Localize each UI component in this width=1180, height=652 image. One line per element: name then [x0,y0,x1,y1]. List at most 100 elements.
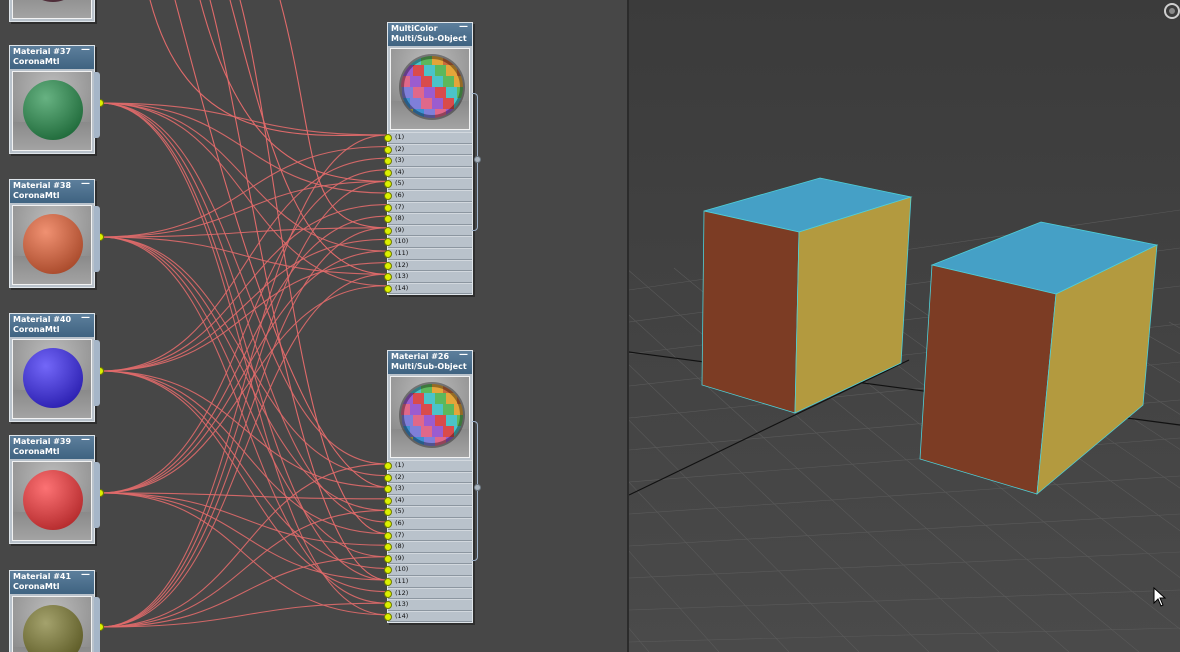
input-socket[interactable] [384,238,392,247]
wire[interactable] [99,236,388,604]
node-header[interactable]: Material #38 CoronaMtl — [10,180,94,203]
minimize-button[interactable]: — [81,314,90,323]
input-socket[interactable] [384,261,392,270]
box-1-front-face[interactable] [701,210,800,414]
sub-material-slot[interactable]: (8) [384,541,472,553]
sub-material-slot[interactable]: (9) [384,224,472,237]
sub-material-slot[interactable]: (3) [384,483,472,495]
input-socket[interactable] [384,145,392,154]
input-socket[interactable] [384,249,392,258]
wire[interactable] [99,227,388,628]
sub-material-slot[interactable]: (9) [384,552,472,565]
output-socket[interactable] [94,206,100,272]
sub-material-slot[interactable]: (7) [384,201,472,214]
wire[interactable] [99,370,388,593]
sub-material-slot[interactable]: (2) [384,471,472,484]
sub-material-slot[interactable]: (4) [384,166,472,179]
sub-material-slot[interactable]: (10) [384,236,472,248]
perspective-viewport[interactable] [629,0,1180,652]
sub-material-slot[interactable]: (11) [384,247,472,260]
input-socket[interactable] [384,589,392,598]
wire[interactable] [99,492,388,616]
sub-material-slot[interactable]: (2) [384,143,472,156]
minimize-button[interactable]: — [81,436,90,445]
wire[interactable] [99,102,388,465]
material-node[interactable]: Material #40 CoronaMtl — [9,313,100,422]
viewcube-gizmo-icon[interactable] [1160,0,1180,22]
input-socket[interactable] [384,612,392,621]
input-socket[interactable] [384,134,392,142]
input-socket[interactable] [384,577,392,586]
input-socket[interactable] [384,508,392,517]
multi-sub-object-node[interactable]: Material #26 Multi/Sub-Object — (1) (2) (3) (4… [384,350,481,624]
sub-material-slot[interactable]: (5) [384,178,472,190]
sub-material-slot[interactable]: (12) [384,587,472,600]
output-socket[interactable] [94,72,100,138]
input-socket[interactable] [384,284,392,293]
sub-material-slot[interactable]: (3) [384,155,472,167]
sub-material-slot[interactable]: (14) [384,610,472,623]
minimize-button[interactable]: — [81,46,90,55]
minimize-button[interactable]: — [81,571,90,580]
input-socket[interactable] [384,180,392,189]
wire[interactable] [99,102,388,581]
sub-material-slot[interactable]: (1) [384,460,472,472]
node-header[interactable]: Material #39 CoronaMtl — [10,436,94,459]
input-socket[interactable] [384,273,392,282]
input-socket[interactable] [384,531,392,540]
minimize-button[interactable]: — [81,180,90,189]
sub-material-slot[interactable]: (10) [384,564,472,576]
wire[interactable] [99,102,388,287]
material-node[interactable]: Material #37 CoronaMtl — [9,45,100,154]
multi-sub-object-node[interactable]: MultiColor Multi/Sub-Object — (1) (2) (3) (4)(… [384,22,481,296]
input-socket[interactable] [384,566,392,575]
input-socket[interactable] [384,462,392,470]
material-node[interactable]: Material #38 CoronaMtl — [9,179,100,288]
input-socket[interactable] [384,215,392,224]
wire[interactable] [99,236,388,558]
input-socket[interactable] [384,473,392,482]
sub-material-slot[interactable]: (6) [384,189,472,202]
node-header[interactable]: Material #26 Multi/Sub-Object — [388,351,472,374]
output-socket[interactable] [474,156,481,163]
input-socket[interactable] [384,485,392,494]
sub-material-slot[interactable]: (6) [384,517,472,530]
node-header[interactable]: Material #40 CoronaMtl — [10,314,94,337]
input-socket[interactable] [384,168,392,177]
box-1-side-face[interactable] [794,196,912,414]
input-socket[interactable] [384,191,392,200]
wire[interactable] [99,492,388,581]
sub-material-slot[interactable]: (11) [384,575,472,588]
sub-material-slot[interactable]: (4) [384,494,472,507]
sub-material-slot[interactable]: (8) [384,213,472,225]
material-node-partial[interactable] [9,0,95,22]
wire[interactable] [99,180,388,628]
input-socket[interactable] [384,496,392,505]
output-socket[interactable] [94,340,100,406]
minimize-button[interactable]: — [459,351,468,360]
output-socket[interactable] [94,597,100,652]
sub-material-slot[interactable]: (12) [384,259,472,272]
node-header[interactable]: Material #41 CoronaMtl — [10,571,94,594]
minimize-button[interactable]: — [459,23,468,32]
input-socket[interactable] [384,203,392,212]
input-socket[interactable] [384,601,392,610]
box-2-front-face[interactable] [919,264,1057,495]
sub-material-slot[interactable]: (14) [384,282,472,295]
slate-material-editor-canvas[interactable]: Material #37 CoronaMtl — Material #38 Corona… [0,0,627,652]
wire[interactable] [99,556,388,628]
material-node[interactable]: Material #41 CoronaMtl — [9,570,100,652]
wire[interactable] [99,169,388,494]
wire[interactable] [199,0,388,182]
sub-material-slot[interactable]: (5) [384,506,472,518]
wire[interactable] [279,0,388,229]
output-socket[interactable] [94,462,100,528]
input-socket[interactable] [384,226,392,235]
input-socket[interactable] [384,554,392,563]
material-node[interactable]: Material #39 CoronaMtl — [9,435,100,544]
node-header[interactable]: Material #37 CoronaMtl — [10,46,94,69]
sub-material-slot[interactable]: (7) [384,529,472,542]
input-socket[interactable] [384,157,392,166]
wire[interactable] [99,102,388,616]
output-socket[interactable] [474,484,481,491]
